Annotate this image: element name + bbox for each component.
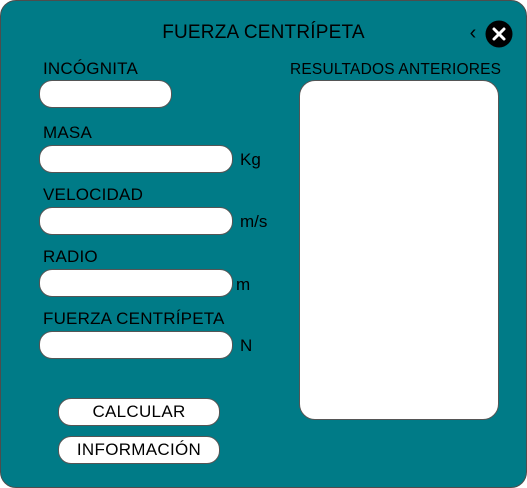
radio-unit: m <box>236 275 251 294</box>
velocidad-input[interactable] <box>39 207 233 235</box>
results-label: RESULTADOS ANTERIORES <box>290 61 502 78</box>
incognita-input[interactable] <box>39 80 172 108</box>
calcular-button[interactable]: CALCULAR <box>58 398 220 426</box>
close-icon[interactable] <box>485 20 513 48</box>
window-title: FUERZA CENTRÍPETA <box>162 22 365 43</box>
fuerza-input[interactable] <box>39 331 233 359</box>
masa-input[interactable] <box>39 145 233 173</box>
radio-label: RADIO <box>43 247 98 266</box>
velocidad-unit: m/s <box>240 212 268 231</box>
fuerza-unit: N <box>240 336 253 355</box>
incognita-label: INCÓGNITA <box>43 59 138 78</box>
chevron-left-icon[interactable]: ‹ <box>466 22 480 44</box>
results-list[interactable] <box>299 80 499 420</box>
fuerza-label: FUERZA CENTRÍPETA <box>43 309 225 328</box>
velocidad-label: VELOCIDAD <box>43 185 144 204</box>
informacion-button[interactable]: INFORMACIÓN <box>58 436 220 464</box>
masa-unit: Kg <box>240 150 261 169</box>
radio-input[interactable] <box>39 269 233 297</box>
masa-label: MASA <box>43 123 92 142</box>
